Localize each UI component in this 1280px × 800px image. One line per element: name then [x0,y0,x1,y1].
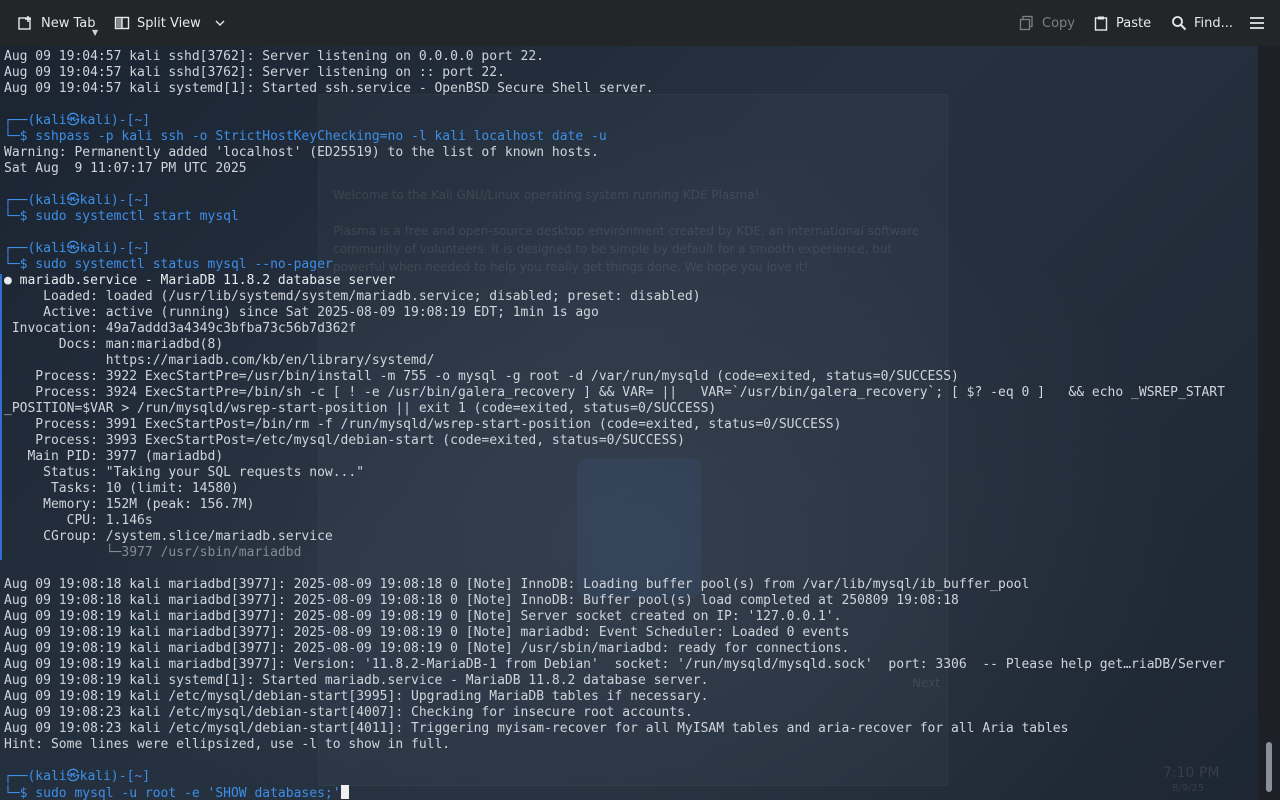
status-line: Status: "Taking your SQL requests now...… [4,465,365,480]
prompt-line: ┌──(kali㉿kali)-[~] [4,769,151,784]
log-line: Aug 09 19:08:19 kali mariadbd[3977]: 202… [4,641,850,656]
paste-icon [1094,16,1108,31]
new-tab-dropdown-icon[interactable]: ▼ [92,28,98,37]
status-line: Main PID: 3977 (mariadbd) [4,449,224,464]
terminal-line: Warning: Permanently added 'localhost' (… [4,145,599,160]
status-line: Invocation: 49a7addd3a4349c3bfba73c56b7d… [4,321,357,336]
paste-label: Paste [1116,15,1152,31]
status-line: https://mariadb.com/kb/en/library/system… [4,353,435,368]
log-line: Aug 09 19:08:19 kali /etc/mysql/debian-s… [4,689,709,704]
terminal-view[interactable]: Welcome to the Kali GNU/Linux operating … [0,46,1258,800]
scrollbar-track[interactable] [1258,46,1280,800]
status-line: └─3977 /usr/sbin/mariadbd [4,545,302,560]
text-cursor [340,785,349,799]
status-line: ● mariadb.service - MariaDB 11.8.2 datab… [4,273,396,288]
split-view-label: Split View [137,15,201,31]
copy-label: Copy [1042,15,1075,31]
find-label: Find... [1194,15,1234,31]
terminal-toolbar: New Tab ▼ Split View Copy Paste Find... [0,0,1280,47]
status-line: Process: 3924 ExecStartPre=/bin/sh -c [ … [4,385,1225,400]
prompt-line: ┌──(kali㉿kali)-[~] [4,113,151,128]
command-line-current: └─$ sudo mysql -u root -e 'SHOW database… [4,785,1225,800]
terminal-output: Aug 09 19:04:57 kali sshd[3762]: Server … [4,49,1225,800]
new-tab-icon [18,16,31,30]
current-command-text: └─$ sudo mysql -u root -e 'SHOW database… [4,786,341,800]
copy-icon [1019,15,1033,31]
status-line: Loaded: loaded (/usr/lib/systemd/system/… [4,289,701,304]
terminal-line: Aug 09 19:04:57 kali systemd[1]: Started… [4,81,654,96]
command-line: └─$ sshpass -p kali ssh -o StrictHostKey… [4,129,607,144]
status-line: Process: 3991 ExecStartPost=/bin/rm -f /… [4,417,842,432]
status-line: Memory: 152M (peak: 156.7M) [4,497,255,512]
terminal-line: Aug 09 19:04:57 kali sshd[3762]: Server … [4,49,545,64]
prompt-line: ┌──(kali㉿kali)-[~] [4,193,151,208]
log-line: Aug 09 19:08:19 kali mariadbd[3977]: Ver… [4,657,1225,672]
scrollbar-thumb[interactable] [1266,742,1272,792]
search-icon [1172,16,1187,31]
copy-button[interactable]: Copy [1019,0,1075,46]
status-block-marker [0,274,2,560]
status-line: CPU: 1.146s [4,513,153,528]
chevron-down-icon[interactable] [214,17,226,29]
status-line: Active: active (running) since Sat 2025-… [4,305,599,320]
status-line: CGroup: /system.slice/mariadb.service [4,529,333,544]
hamburger-menu-icon [1250,17,1264,29]
status-line: Docs: man:mariadbd(8) [4,337,224,352]
hamburger-menu-button[interactable] [1249,0,1265,46]
status-line: Tasks: 10 (limit: 14580) [4,481,239,496]
log-line: Aug 09 19:08:18 kali mariadbd[3977]: 202… [4,577,1030,592]
status-line: _POSITION=$VAR > /run/mysqld/wsrep-start… [4,401,717,416]
terminal-line: Aug 09 19:04:57 kali sshd[3762]: Server … [4,65,505,80]
log-line: Aug 09 19:08:19 kali mariadbd[3977]: 202… [4,625,850,640]
log-line: Hint: Some lines were ellipsized, use -l… [4,737,451,752]
find-button[interactable]: Find... [1171,0,1233,46]
log-line: Aug 09 19:08:23 kali /etc/mysql/debian-s… [4,705,693,720]
status-line: Process: 3922 ExecStartPre=/usr/bin/inst… [4,369,959,384]
split-view-button[interactable]: Split View [114,0,226,46]
command-line: └─$ sudo systemctl start mysql [4,209,239,224]
prompt-line: ┌──(kali㉿kali)-[~] [4,241,151,256]
command-line: └─$ sudo systemctl status mysql --no-pag… [4,257,333,272]
log-line: Aug 09 19:08:18 kali mariadbd[3977]: 202… [4,593,959,608]
log-line: Aug 09 19:08:23 kali /etc/mysql/debian-s… [4,721,1069,736]
split-view-icon [114,16,130,30]
paste-button[interactable]: Paste [1093,0,1151,46]
terminal-line: Sat Aug 9 11:07:17 PM UTC 2025 [4,161,247,176]
log-line: Aug 09 19:08:19 kali systemd[1]: Started… [4,673,709,688]
log-line: Aug 09 19:08:19 kali mariadbd[3977]: 202… [4,609,842,624]
new-tab-label: New Tab [41,15,96,31]
new-tab-button[interactable]: New Tab [18,0,96,46]
status-line: Process: 3993 ExecStartPost=/etc/mysql/d… [4,433,685,448]
